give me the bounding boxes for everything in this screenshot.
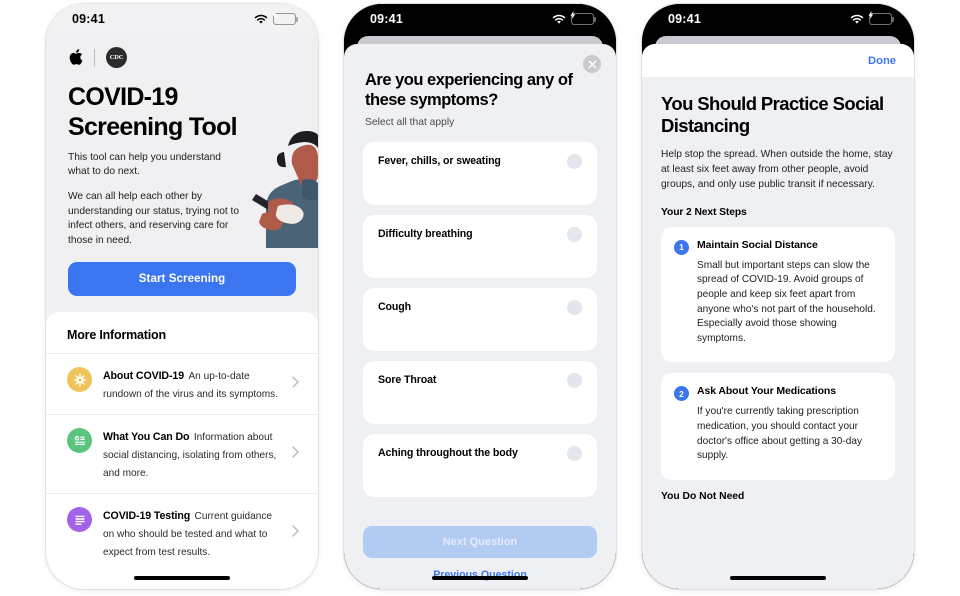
cdc-logo-text: CDC [109,53,124,61]
status-bar: 09:41 [46,4,318,34]
you-do-not-need-heading: You Do Not Need [661,490,745,502]
list-item-covid-testing[interactable]: COVID-19 Testing Current guidance on who… [46,493,318,572]
symptom-option[interactable]: Cough [363,288,597,352]
phone-screen-landing: 09:41 CDC COVID-19 Screening Tool This t… [46,4,318,589]
symptom-label: Aching throughout the body [378,447,518,460]
list-item-text: COVID-19 Testing Current guidance on who… [103,506,281,560]
symptoms-screen: 09:41 Are you experiencing any of these … [344,4,616,589]
more-information-section: More Information About COVID-19 An up-to… [46,312,318,589]
logo-divider [94,48,95,66]
symptom-radio-unselected[interactable] [567,373,582,389]
wifi-icon [552,14,566,24]
list-item-title: About COVID-19 [103,370,184,383]
list-item-about-covid[interactable]: About COVID-19 An up-to-date rundown of … [46,353,318,414]
symptoms-header: Are you experiencing any of these sympto… [344,44,616,132]
charging-bolt-icon [272,11,278,20]
result-sheet: Done You Should Practice Social Distanci… [642,44,914,589]
list-item-title: COVID-19 Testing [103,510,191,523]
list-item-text: What You Can Do Information about social… [103,427,281,481]
wifi-icon [254,14,268,24]
status-bar-time: 09:41 [72,12,105,26]
result-screen: 09:41 Done You Should Practice Social Di… [642,4,914,589]
next-step-card: 2 Ask About Your Medications If you're c… [661,373,895,480]
question-subtitle: Select all that apply [365,117,455,129]
list-item-what-you-can-do[interactable]: What You Can Do Information about social… [46,414,318,493]
symptom-label: Sore Throat [378,374,437,387]
landing-screen: 09:41 CDC COVID-19 Screening Tool This t… [46,4,318,589]
question-title: Are you experiencing any of these sympto… [365,71,573,110]
cdc-logo-icon: CDC [106,46,127,68]
result-title: You Should Practice Social Distancing [661,93,884,137]
symptom-label: Cough [378,301,412,314]
symptom-option[interactable]: Fever, chills, or sweating [363,142,597,206]
symptom-radio-unselected[interactable] [567,300,582,316]
next-steps-heading: Your 2 Next Steps [661,206,747,218]
step-number-badge: 1 [674,239,689,255]
landing-paragraph-1: This tool can help you understand what t… [68,151,221,177]
next-question-button[interactable]: Next Question [363,526,597,558]
charging-bolt-icon [570,11,576,20]
done-button[interactable]: Done [868,55,896,67]
symptom-option[interactable]: Aching throughout the body [363,434,597,498]
step-description: Small but important steps can slow the s… [697,259,876,344]
result-content: You Should Practice Social Distancing He… [642,77,914,589]
list-item-text: About COVID-19 An up-to-date rundown of … [103,366,281,402]
next-step-header: 2 Ask About Your Medications [674,385,880,402]
wifi-icon [850,14,864,24]
step-description: If you're currently taking prescription … [697,406,863,462]
three-phone-screenshot-stage: 09:41 CDC COVID-19 Screening Tool This t… [0,0,960,596]
list-item-title: What You Can Do [103,431,190,444]
symptom-radio-unselected[interactable] [567,446,582,462]
start-screening-button[interactable]: Start Screening [68,262,296,297]
battery-charging-icon [272,11,298,25]
close-icon[interactable] [583,55,601,73]
symptom-label: Difficulty breathing [378,228,473,241]
status-bar: 09:41 [642,4,914,34]
status-bar: 09:41 [344,4,616,34]
status-bar-time: 09:41 [668,12,701,26]
checklist-icon [67,428,92,454]
landing-hero: CDC COVID-19 Screening Tool This tool ca… [46,34,318,249]
document-lines-icon [67,507,92,533]
symptom-label: Fever, chills, or sweating [378,155,501,168]
landing-description: This tool can help you understand what t… [68,151,243,249]
chevron-right-icon [292,375,299,393]
symptom-option[interactable]: Sore Throat [363,361,597,425]
battery-charging-icon [570,11,596,25]
chevron-right-icon [292,445,299,463]
next-step-card: 1 Maintain Social Distance Small but imp… [661,226,895,363]
brand-logo-row: CDC [68,42,296,72]
step-title: Maintain Social Distance [697,238,818,251]
symptom-radio-unselected[interactable] [567,227,582,243]
symptom-option[interactable]: Difficulty breathing [363,215,597,279]
status-bar-indicators [254,11,298,25]
phone-screen-symptoms: 09:41 Are you experiencing any of these … [344,4,616,589]
home-indicator [432,575,528,580]
home-indicator [134,575,230,580]
phone-screen-result: 09:41 Done You Should Practice Social Di… [642,4,914,589]
next-step-header: 1 Maintain Social Distance [674,239,880,255]
charging-bolt-icon [868,11,874,20]
home-indicator [730,575,826,580]
status-bar-indicators [850,11,894,25]
step-number-badge: 2 [674,386,689,402]
landing-cta-area: Start Screening [46,248,318,313]
result-intro-text: Help stop the spread. When outside the h… [661,149,893,190]
symptom-radio-unselected[interactable] [567,154,582,170]
status-bar-time: 09:41 [370,12,403,26]
symptoms-list[interactable]: Fever, chills, or sweating Difficulty br… [344,132,616,517]
landing-paragraph-2: We can all help each other by understand… [68,191,240,246]
step-title: Ask About Your Medications [697,385,836,398]
status-bar-indicators [552,11,596,25]
apple-logo-icon [69,49,83,65]
battery-charging-icon [868,11,894,25]
symptoms-sheet: Are you experiencing any of these sympto… [344,44,616,589]
more-information-heading: More Information [67,328,166,343]
sheet-navigation-bar: Done [642,44,914,77]
chevron-right-icon [292,524,299,542]
page-title: COVID-19 Screening Tool [68,83,238,142]
virus-icon [67,367,92,393]
